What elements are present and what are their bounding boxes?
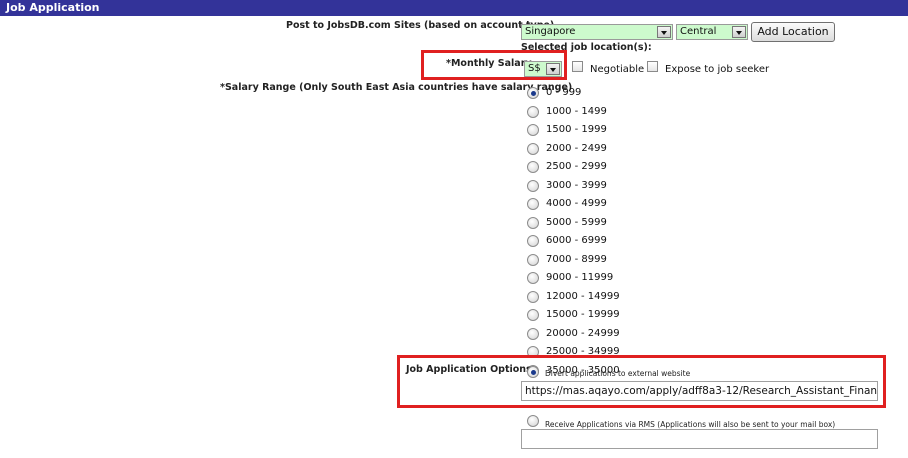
radio-icon[interactable] (527, 216, 539, 229)
expose-checkbox[interactable] (647, 61, 658, 72)
highlight-box-job-options (397, 355, 886, 408)
country-value: Singapore (525, 26, 576, 37)
highlight-box-salary (421, 50, 567, 80)
radio-icon[interactable] (527, 253, 539, 266)
radio-icon[interactable] (527, 309, 539, 321)
chevron-down-icon[interactable] (657, 26, 671, 38)
region-select[interactable]: Central (676, 24, 748, 40)
radio-icon[interactable] (527, 198, 539, 210)
radio-icon[interactable] (527, 105, 539, 118)
radio-icon[interactable] (527, 87, 539, 99)
radio-icon[interactable] (527, 179, 539, 192)
radio-icon[interactable] (527, 142, 539, 155)
country-select[interactable]: Singapore (521, 24, 673, 40)
negotiable-label: Negotiable (590, 64, 645, 75)
rms-label: Receive Applications via RMS (Applicatio… (545, 420, 836, 429)
expose-label: Expose to job seeker (665, 64, 770, 75)
add-location-button[interactable]: Add Location (751, 22, 835, 42)
salary-range-label: *Salary Range (Only South East Asia coun… (220, 82, 573, 93)
radio-icon[interactable] (527, 235, 539, 247)
radio-icon[interactable] (527, 327, 539, 340)
radio-icon[interactable] (527, 161, 539, 173)
radio-icon[interactable] (527, 124, 539, 136)
rms-input[interactable] (521, 429, 878, 449)
chevron-down-icon[interactable] (732, 26, 746, 38)
radio-icon[interactable] (527, 290, 539, 303)
rms-radio[interactable] (527, 415, 539, 427)
post-sites-label: Post to JobsDB.com Sites (based on accou… (286, 20, 555, 31)
section-header: Job Application (0, 0, 908, 16)
radio-icon[interactable] (527, 272, 539, 284)
negotiable-checkbox[interactable] (572, 61, 583, 72)
region-value: Central (680, 26, 717, 37)
